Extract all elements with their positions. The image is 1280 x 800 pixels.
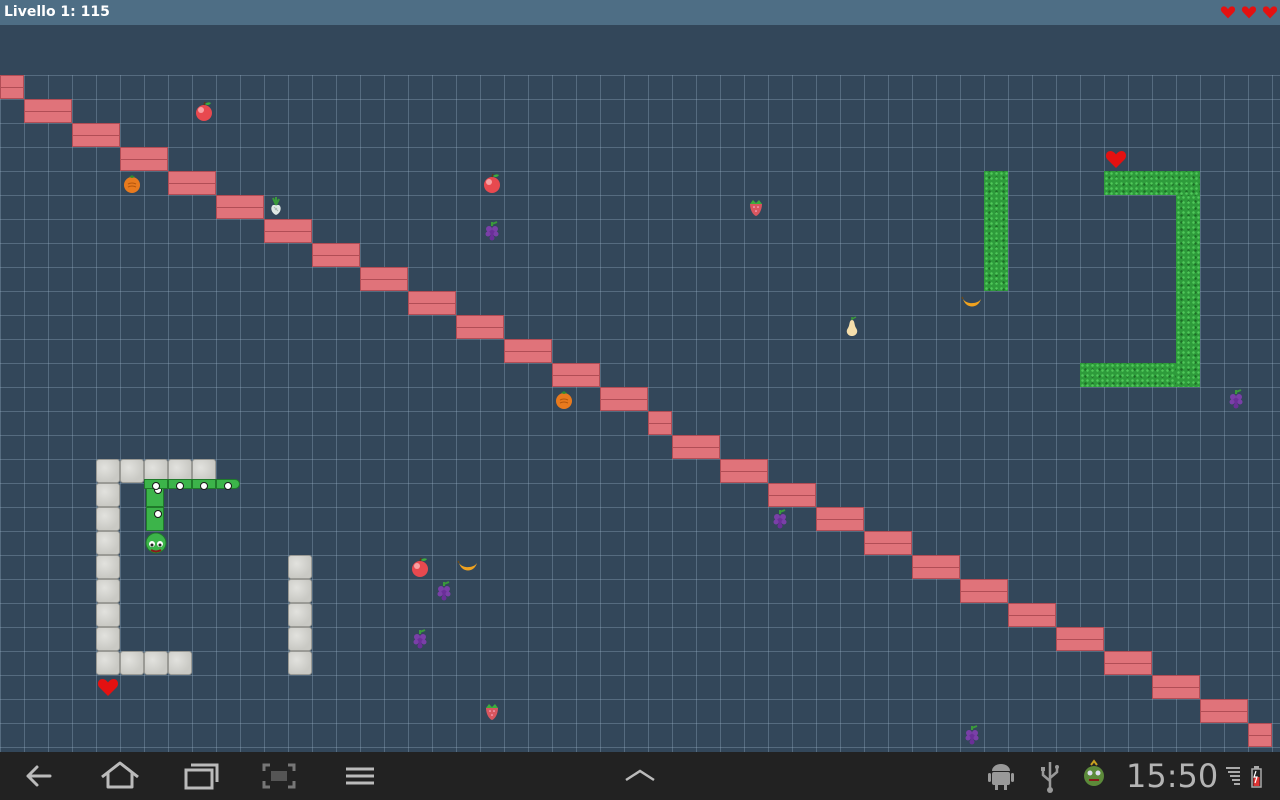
brick-wall	[720, 459, 768, 483]
level-score-title: Livello 1: 115	[4, 4, 110, 20]
menu-icon[interactable]	[342, 752, 378, 800]
snake-scale	[224, 482, 232, 491]
heart-icon	[97, 679, 119, 696]
brick-wall	[1056, 627, 1104, 651]
stone-block	[288, 627, 312, 651]
banana-icon	[457, 560, 477, 571]
stone-block	[96, 603, 120, 627]
brick-wall	[408, 291, 456, 315]
usb-icon	[1041, 762, 1059, 793]
system-nav-bar	[0, 752, 1280, 800]
app-notification-icon	[1084, 759, 1104, 786]
apple-icon	[412, 557, 428, 577]
brick-wall	[816, 507, 864, 531]
hedge-wall	[1176, 195, 1200, 387]
brick-wall	[456, 315, 504, 339]
brick-wall	[264, 219, 312, 243]
brick-wall	[120, 147, 168, 171]
orange-icon	[556, 391, 572, 409]
brick-wall	[552, 363, 600, 387]
game-board[interactable]	[0, 75, 1280, 752]
brick-wall	[504, 339, 552, 363]
brick-wall	[0, 75, 24, 99]
back-icon[interactable]	[20, 752, 60, 800]
stone-block	[96, 627, 120, 651]
stone-block	[288, 603, 312, 627]
brick-wall	[168, 171, 216, 195]
brick-wall	[1104, 651, 1152, 675]
grapes-icon	[485, 221, 499, 241]
brick-wall	[960, 579, 1008, 603]
brick-wall	[912, 555, 960, 579]
apple-icon	[484, 173, 500, 193]
snake-body-segment	[216, 479, 240, 491]
snake-body-segment	[192, 479, 216, 491]
status-clock: 15:50	[1126, 757, 1219, 795]
brick-wall	[648, 411, 672, 435]
hedge-wall	[1080, 363, 1176, 387]
grapes-icon	[437, 581, 451, 601]
life-heart-icon	[1241, 6, 1257, 19]
snake-body-segment	[146, 507, 164, 531]
pear-icon	[846, 316, 858, 336]
brick-wall	[1008, 603, 1056, 627]
screenshot-icon[interactable]	[260, 752, 298, 800]
brick-wall	[72, 123, 120, 147]
stone-block	[96, 651, 120, 675]
stone-block	[120, 651, 144, 675]
hedge-wall	[984, 171, 1008, 291]
stone-block	[96, 459, 120, 483]
home-icon[interactable]	[98, 752, 142, 800]
life-heart-icon	[1262, 6, 1278, 19]
stone-block	[288, 651, 312, 675]
brick-wall	[600, 387, 648, 411]
recent-apps-icon[interactable]	[182, 752, 222, 800]
strawberry-icon	[486, 704, 498, 720]
stone-block	[96, 531, 120, 555]
stone-block	[96, 555, 120, 579]
expand-up-icon[interactable]	[620, 752, 660, 800]
apple-icon	[196, 101, 212, 121]
brick-wall	[312, 243, 360, 267]
radish-icon	[271, 197, 281, 215]
hud-area	[0, 25, 1280, 75]
snake-scale	[176, 482, 184, 491]
stone-block	[288, 555, 312, 579]
brick-wall	[1248, 723, 1272, 747]
brick-wall	[1200, 699, 1248, 723]
stone-block	[120, 459, 144, 483]
snake-body-segment	[168, 479, 192, 491]
grapes-icon	[965, 725, 979, 745]
life-heart-icon	[1220, 6, 1236, 19]
title-bar: Livello 1: 115	[0, 0, 1280, 25]
stone-block	[144, 651, 168, 675]
banana-icon	[961, 296, 981, 307]
brick-wall	[1152, 675, 1200, 699]
grapes-icon	[1229, 389, 1243, 409]
grapes-icon	[773, 509, 787, 529]
hedge-wall	[1104, 171, 1200, 195]
strawberry-icon	[750, 200, 762, 216]
brick-wall	[672, 435, 720, 459]
status-signal-battery-icon	[1226, 766, 1262, 788]
android-debug-icon	[988, 764, 1014, 790]
heart-icon	[1105, 151, 1127, 168]
snake-scale	[200, 482, 208, 491]
stone-block	[96, 507, 120, 531]
stone-block	[168, 651, 192, 675]
brick-wall	[24, 99, 72, 123]
orange-icon	[124, 175, 140, 193]
stone-block	[96, 483, 120, 507]
snake-body-segment	[144, 479, 168, 491]
brick-wall	[216, 195, 264, 219]
snake-scale	[152, 482, 160, 491]
stone-block	[96, 579, 120, 603]
snake-scale	[154, 510, 162, 518]
grapes-icon	[413, 629, 427, 649]
brick-wall	[768, 483, 816, 507]
snake-head	[145, 532, 167, 554]
brick-wall	[360, 267, 408, 291]
stone-block	[288, 579, 312, 603]
brick-wall	[864, 531, 912, 555]
